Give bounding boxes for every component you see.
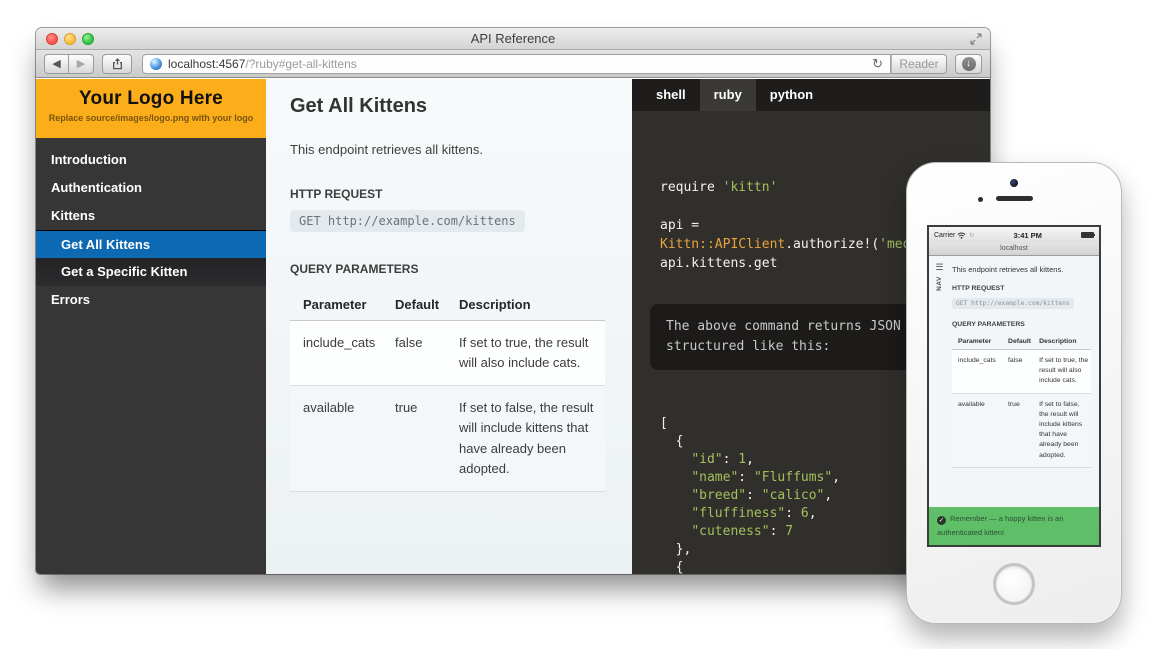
phone-doc-content: This endpoint retrieves all kittens. HTT… xyxy=(950,258,1099,507)
query-parameters-table: Parameter Default Description include_ca… xyxy=(290,289,605,492)
phone-table-row: available true If set to false, the resu… xyxy=(952,393,1091,467)
phone-status-bar: Carrier ↻ 3:41 PM xyxy=(929,227,1099,243)
sidebar-item-authentication[interactable]: Authentication xyxy=(36,174,266,202)
phone-cell: true xyxy=(1002,393,1033,467)
reader-button[interactable]: Reader xyxy=(891,54,947,74)
home-button[interactable] xyxy=(993,563,1035,605)
share-button[interactable] xyxy=(102,54,132,74)
http-request-heading: HTTP REQUEST xyxy=(290,187,606,201)
success-banner-text: Remember — a happy kitten is an authenti… xyxy=(937,514,1063,537)
cell-description: If set to true, the result will also inc… xyxy=(446,321,605,386)
phone-cell: false xyxy=(1002,350,1033,394)
url-path: /?ruby#get-all-kittens xyxy=(245,57,356,71)
success-banner: ✓Remember — a happy kitten is an authent… xyxy=(929,507,1099,545)
minimize-window-button[interactable] xyxy=(64,33,76,45)
sidebar: Your Logo Here Replace source/images/log… xyxy=(36,79,266,574)
zoom-window-button[interactable] xyxy=(82,33,94,45)
site-favicon-globe-icon xyxy=(150,58,162,70)
logo-placeholder: Your Logo Here Replace source/images/log… xyxy=(36,79,266,138)
phone-table-header: Parameter xyxy=(952,334,1002,350)
close-window-button[interactable] xyxy=(46,33,58,45)
cell-parameter: available xyxy=(290,386,382,492)
address-bar[interactable]: localhost:4567/?ruby#get-all-kittens ↻ xyxy=(142,54,891,74)
phone-http-request-code: GET http://example.com/kittens xyxy=(952,298,1074,309)
titlebar: API Reference xyxy=(36,28,990,50)
phone-page: ☰ NAV This endpoint retrieves all kitten… xyxy=(929,258,1099,507)
table-header-parameter: Parameter xyxy=(290,289,382,321)
table-row: include_cats false If set to true, the r… xyxy=(290,321,605,386)
battery-icon xyxy=(1081,232,1094,238)
cell-parameter: include_cats xyxy=(290,321,382,386)
sidebar-item-kittens[interactable]: Kittens xyxy=(36,202,266,230)
check-icon: ✓ xyxy=(937,516,946,525)
desktop: API Reference ◀ ▶ localhost:4567/?ruby#g… xyxy=(0,0,1152,649)
table-header-description: Description xyxy=(446,289,605,321)
cell-default: true xyxy=(382,386,446,492)
downloads-button[interactable]: ↓ xyxy=(955,54,982,74)
phone-cell: If set to false, the result will include… xyxy=(1033,393,1091,467)
phone-cell: include_cats xyxy=(952,350,1002,394)
fullscreen-icon[interactable] xyxy=(969,32,983,46)
browser-toolbar: ◀ ▶ localhost:4567/?ruby#get-all-kittens… xyxy=(36,50,990,78)
language-tabs: shell ruby python xyxy=(632,79,990,111)
phone-nav-toggle[interactable]: ☰ NAV xyxy=(929,258,950,507)
json-response-sample: [ { "id": 1, "name": "Fluffums", "breed"… xyxy=(660,415,840,574)
iphone-mockup: Carrier ↻ 3:41 PM localhost ☰ NAV This e… xyxy=(906,162,1122,624)
page-content: Your Logo Here Replace source/images/log… xyxy=(36,79,990,574)
phone-address-bar[interactable]: localhost xyxy=(929,243,1099,256)
sidebar-item-get-a-specific-kitten[interactable]: Get a Specific Kitten xyxy=(36,258,266,286)
phone-endpoint-description: This endpoint retrieves all kittens. xyxy=(952,265,1091,274)
page-title: Get All Kittens xyxy=(290,95,606,118)
phone-table-header: Description xyxy=(1033,334,1091,350)
browser-window: API Reference ◀ ▶ localhost:4567/?ruby#g… xyxy=(36,28,990,574)
table-header-default: Default xyxy=(382,289,446,321)
phone-clock: 3:41 PM xyxy=(974,231,1081,240)
query-parameters-heading: QUERY PARAMETERS xyxy=(290,262,606,276)
phone-table-header: Default xyxy=(1002,334,1033,350)
share-icon xyxy=(111,57,124,70)
forward-button[interactable]: ▶ xyxy=(69,54,94,74)
window-title: API Reference xyxy=(36,28,990,49)
sidebar-item-errors[interactable]: Errors xyxy=(36,286,266,314)
hamburger-icon: ☰ xyxy=(929,263,950,272)
tab-python[interactable]: python xyxy=(756,79,827,111)
tab-shell[interactable]: shell xyxy=(642,79,700,111)
sidebar-item-get-all-kittens[interactable]: Get All Kittens xyxy=(36,230,266,258)
phone-nav-label: NAV xyxy=(936,273,943,294)
url-host: localhost:4567 xyxy=(168,57,245,71)
carrier-label: Carrier xyxy=(934,232,955,239)
phone-http-request-heading: HTTP REQUEST xyxy=(952,285,1091,292)
cell-default: false xyxy=(382,321,446,386)
front-camera-icon xyxy=(1010,179,1018,187)
phone-query-parameters-table: Parameter Default Description include_ca… xyxy=(952,334,1091,468)
sensor-dot-icon xyxy=(978,197,983,202)
phone-query-parameters-heading: QUERY PARAMETERS xyxy=(952,321,1091,328)
phone-cell: available xyxy=(952,393,1002,467)
sidebar-item-introduction[interactable]: Introduction xyxy=(36,146,266,174)
reload-icon[interactable]: ↻ xyxy=(872,57,883,70)
logo-title: Your Logo Here xyxy=(36,88,266,110)
phone-screen: Carrier ↻ 3:41 PM localhost ☰ NAV This e… xyxy=(927,225,1101,547)
cell-description: If set to false, the result will include… xyxy=(446,386,605,492)
back-button[interactable]: ◀ xyxy=(44,54,69,74)
doc-content: Get All Kittens This endpoint retrieves … xyxy=(266,79,632,574)
toc-nav: Introduction Authentication Kittens Get … xyxy=(36,146,266,314)
phone-cell: If set to true, the result will also inc… xyxy=(1033,350,1091,394)
phone-table-row: include_cats false If set to true, the r… xyxy=(952,350,1091,394)
download-icon: ↓ xyxy=(962,57,976,71)
endpoint-description: This endpoint retrieves all kittens. xyxy=(290,142,606,157)
earpiece-speaker xyxy=(996,196,1033,201)
table-row: available true If set to false, the resu… xyxy=(290,386,605,492)
wifi-icon xyxy=(957,232,966,239)
http-request-code: GET http://example.com/kittens xyxy=(290,210,525,232)
tab-ruby[interactable]: ruby xyxy=(700,79,756,111)
logo-subtitle: Replace source/images/logo.png with your… xyxy=(36,113,266,123)
